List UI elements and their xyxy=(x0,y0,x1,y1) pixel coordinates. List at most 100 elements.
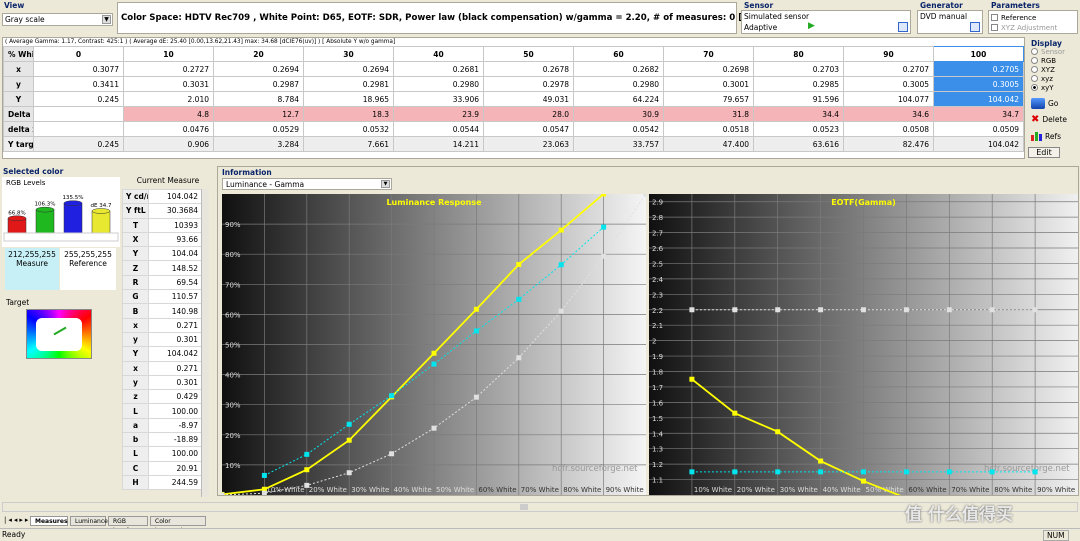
grid-cell[interactable]: 2.010 xyxy=(123,91,214,107)
grid-cell[interactable]: 0.2985 xyxy=(753,76,844,92)
grid-cell[interactable]: 0.2694 xyxy=(303,61,394,77)
grid-cell[interactable]: 18.965 xyxy=(303,91,394,107)
grid-cell[interactable]: 64.224 xyxy=(573,91,664,107)
grid-cell[interactable]: 30.9 xyxy=(573,106,664,122)
grid-cell[interactable] xyxy=(33,106,124,122)
display-option-rgb[interactable]: RGB xyxy=(1031,56,1065,65)
grid-cell[interactable]: 0.2727 xyxy=(123,61,214,77)
grid-cell[interactable]: 0.0523 xyxy=(753,121,844,137)
delete-button[interactable]: ✖ Delete xyxy=(1031,114,1067,125)
grid-cell[interactable]: 63.616 xyxy=(753,136,844,152)
tab-rgb-levels[interactable]: RGB Levels xyxy=(108,516,148,534)
grid-cell[interactable]: 34.6 xyxy=(843,106,934,122)
grid-cell[interactable]: 0.245 xyxy=(33,136,124,152)
grid-cell[interactable]: 79.657 xyxy=(663,91,754,107)
grid-header-cell[interactable]: 80 xyxy=(753,46,844,62)
grid-header-cell[interactable]: 10 xyxy=(123,46,214,62)
display-option-xyy[interactable]: xyY xyxy=(1031,83,1065,92)
grid-cell[interactable] xyxy=(33,121,124,137)
grid-header-cell[interactable]: 30 xyxy=(303,46,394,62)
grid-cell[interactable]: 0.2980 xyxy=(393,76,484,92)
grid-cell[interactable]: 0.2682 xyxy=(573,61,664,77)
grid-cell[interactable]: 23.9 xyxy=(393,106,484,122)
grid-cell[interactable]: 0.0518 xyxy=(663,121,754,137)
grid-header-cell[interactable]: 100 xyxy=(933,46,1024,62)
grid-cell[interactable]: 0.2703 xyxy=(753,61,844,77)
generator-box[interactable]: DVD manual xyxy=(917,10,983,34)
information-dropdown[interactable]: Luminance - Gamma ▼ xyxy=(222,178,392,190)
display-option-xyz[interactable]: xyz xyxy=(1031,74,1065,83)
grid-cell[interactable]: 0.0476 xyxy=(123,121,214,137)
grid-cell[interactable]: 0.2705 xyxy=(933,61,1024,77)
grid-cell[interactable]: 0.3411 xyxy=(33,76,124,92)
view-dropdown[interactable]: Gray scale ▼ xyxy=(2,13,113,26)
tab-measures[interactable]: Measures xyxy=(30,516,68,526)
grid-cell[interactable]: 104.042 xyxy=(933,136,1024,152)
grid-header-cell[interactable]: 60 xyxy=(573,46,664,62)
tab-color-temperature[interactable]: Color temperature xyxy=(150,516,206,534)
grid-cell[interactable]: 33.757 xyxy=(573,136,664,152)
grid-cell[interactable]: 0.0544 xyxy=(393,121,484,137)
grid-cell[interactable]: 12.7 xyxy=(213,106,304,122)
grid-cell[interactable]: 34.4 xyxy=(753,106,844,122)
grid-cell[interactable]: 0.3077 xyxy=(33,61,124,77)
grid-cell[interactable]: 0.0529 xyxy=(213,121,304,137)
grid-cell[interactable]: 0.2980 xyxy=(573,76,664,92)
sensor-config-icon[interactable] xyxy=(898,22,908,32)
grid-cell[interactable]: 0.2681 xyxy=(393,61,484,77)
grid-cell[interactable]: 82.476 xyxy=(843,136,934,152)
grid-header-cell[interactable]: 90 xyxy=(843,46,934,62)
tab-luminance[interactable]: Luminance xyxy=(70,516,108,526)
grid-cell[interactable]: 0.0542 xyxy=(573,121,664,137)
grid-cell[interactable]: 0.0547 xyxy=(483,121,574,137)
display-option-xyz[interactable]: XYZ xyxy=(1031,65,1065,74)
go-button[interactable]: Go xyxy=(1031,98,1058,109)
grid-cell[interactable]: 0.0508 xyxy=(843,121,934,137)
grid-cell[interactable]: 0.2707 xyxy=(843,61,934,77)
grid-cell[interactable]: 0.0509 xyxy=(933,121,1024,137)
grid-cell[interactable]: 0.3005 xyxy=(933,76,1024,92)
edit-button[interactable]: Edit xyxy=(1028,147,1060,158)
grid-cell[interactable]: 0.3001 xyxy=(663,76,754,92)
grid-cell[interactable]: 104.077 xyxy=(843,91,934,107)
grid-header-cell[interactable]: 20 xyxy=(213,46,304,62)
grid-cell[interactable]: 0.2694 xyxy=(213,61,304,77)
grid-cell[interactable]: 14.211 xyxy=(393,136,484,152)
display-option-sensor[interactable]: Sensor xyxy=(1031,47,1065,56)
grid-cell[interactable]: 18.3 xyxy=(303,106,394,122)
grid-cell[interactable]: 0.2981 xyxy=(303,76,394,92)
grid-cell[interactable]: 0.906 xyxy=(123,136,214,152)
measure-scrollbar[interactable] xyxy=(201,189,209,497)
refs-button[interactable]: Refs xyxy=(1031,131,1061,141)
xyz-adjust-checkbox[interactable]: XYZ Adjustment xyxy=(991,23,1057,32)
generator-config-icon[interactable] xyxy=(970,22,980,32)
grid-cell[interactable]: 47.400 xyxy=(663,136,754,152)
grid-cell[interactable]: 0.2978 xyxy=(483,76,574,92)
sensor-box[interactable]: Simulated sensor Adaptive ▶ xyxy=(741,10,911,34)
grid-cell[interactable]: 0.2698 xyxy=(663,61,754,77)
grid-cell[interactable]: 4.8 xyxy=(123,106,214,122)
grid-cell[interactable]: 28.0 xyxy=(483,106,574,122)
grid-cell[interactable]: 33.906 xyxy=(393,91,484,107)
grid-header-cell[interactable]: 70 xyxy=(663,46,754,62)
grid-cell[interactable]: 0.245 xyxy=(33,91,124,107)
grid-cell[interactable]: 0.0532 xyxy=(303,121,394,137)
grid-header-cell[interactable]: 50 xyxy=(483,46,574,62)
grid-cell[interactable]: 49.031 xyxy=(483,91,574,107)
grid-cell[interactable]: 0.3031 xyxy=(123,76,214,92)
grid-cell[interactable]: 0.3005 xyxy=(843,76,934,92)
grid-cell[interactable]: 0.2987 xyxy=(213,76,304,92)
grid-cell[interactable]: 34.7 xyxy=(933,106,1024,122)
grid-header-cell[interactable]: 0 xyxy=(33,46,124,62)
grid-cell[interactable]: 8.784 xyxy=(213,91,304,107)
grid-cell[interactable]: 0.2678 xyxy=(483,61,574,77)
grid-cell[interactable]: 104.042 xyxy=(933,91,1024,107)
grid-cell[interactable]: 7.661 xyxy=(303,136,394,152)
play-icon[interactable]: ▶ xyxy=(808,21,815,31)
grid-cell[interactable]: 91.596 xyxy=(753,91,844,107)
grid-cell[interactable]: 3.284 xyxy=(213,136,304,152)
scroll-thumb[interactable] xyxy=(520,504,528,510)
reference-checkbox[interactable]: Reference xyxy=(991,13,1036,22)
grid-cell[interactable]: 31.8 xyxy=(663,106,754,122)
grid-header-cell[interactable]: % White xyxy=(3,46,34,62)
